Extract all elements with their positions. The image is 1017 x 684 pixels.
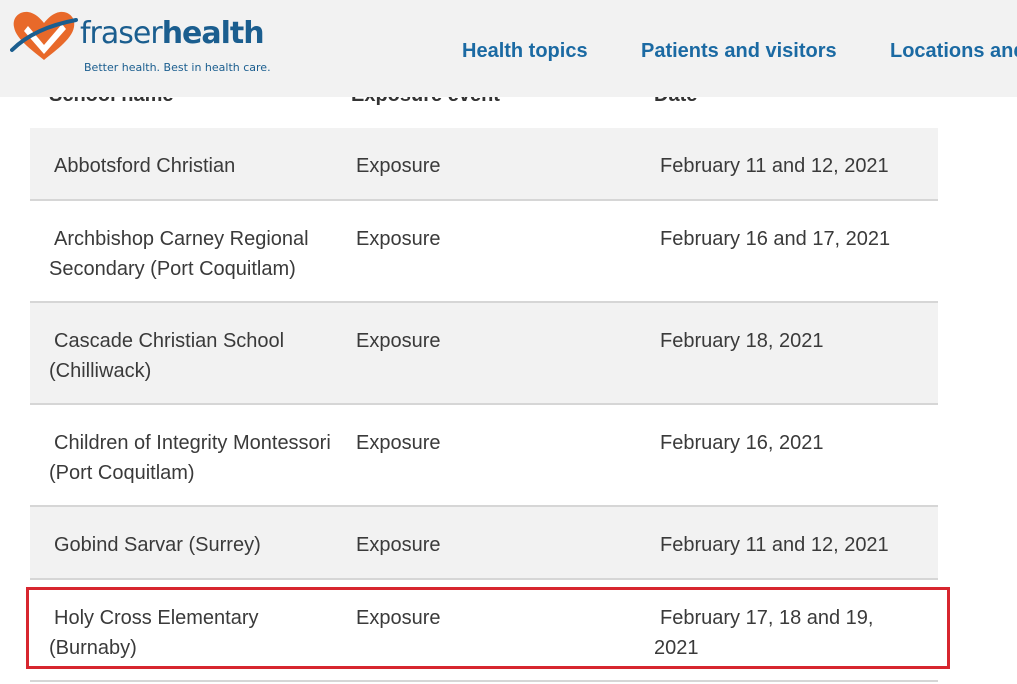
site-header: fraserhealth Better health. Best in heal…: [0, 0, 1017, 97]
nav-health-topics[interactable]: Health topics: [462, 40, 588, 63]
date-cell: February 16, 2021: [660, 432, 824, 454]
date-cell: February 11 and 12, 2021: [660, 155, 889, 177]
fraser-health-logo[interactable]: fraserhealth Better health. Best in heal…: [10, 10, 271, 85]
school-name-cell: Archbishop Carney Regional Secondary (Po…: [49, 228, 309, 280]
logo-wordmark: fraserhealth: [80, 16, 265, 51]
nav-patients-and-visitors[interactable]: Patients and visitors: [641, 40, 837, 63]
table-row: Children of Integrity Montessori (Port C…: [30, 405, 938, 507]
logo-tagline: Better health. Best in health care.: [84, 61, 271, 74]
school-name-cell: Abbotsford Christian: [54, 155, 236, 177]
table-bottom-divider: [30, 680, 938, 682]
exposure-event-cell: Exposure: [356, 534, 441, 556]
page: School name Exposure event Date Abbotsfo…: [0, 0, 1017, 684]
logo-wordmark-health: health: [161, 16, 265, 51]
highlight-box: [26, 587, 950, 669]
table-row: Cascade Christian School (Chilliwack) Ex…: [30, 303, 938, 405]
school-name-cell: Cascade Christian School (Chilliwack): [49, 330, 285, 382]
exposure-event-cell: Exposure: [356, 330, 441, 352]
logo-wordmark-fraser: fraser: [80, 16, 163, 51]
exposure-event-cell: Exposure: [356, 432, 441, 454]
school-name-cell: Children of Integrity Montessori (Port C…: [49, 432, 331, 484]
table-row: Archbishop Carney Regional Secondary (Po…: [30, 201, 938, 303]
date-cell: February 11 and 12, 2021: [660, 534, 889, 556]
date-cell: February 18, 2021: [660, 330, 824, 352]
date-cell: February 16 and 17, 2021: [660, 228, 891, 250]
table-row: Abbotsford Christian Exposure February 1…: [30, 128, 938, 201]
school-name-cell: Gobind Sarvar (Surrey): [54, 534, 261, 556]
exposure-event-cell: Exposure: [356, 155, 441, 177]
table-row: Gobind Sarvar (Surrey) Exposure February…: [30, 507, 938, 580]
heart-logo-icon: [10, 11, 78, 60]
nav-locations-and[interactable]: Locations and: [890, 40, 1017, 63]
exposure-event-cell: Exposure: [356, 228, 441, 250]
